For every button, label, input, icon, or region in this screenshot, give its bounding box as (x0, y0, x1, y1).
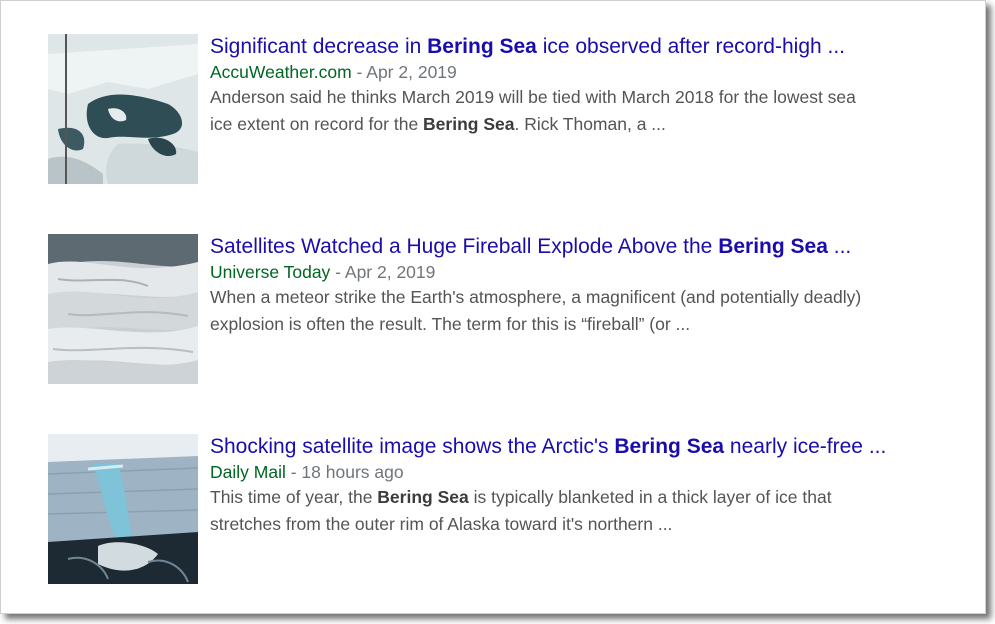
title-bold-term: Bering Sea (614, 435, 725, 458)
result-text: Satellites Watched a Huge Fireball Explo… (210, 234, 945, 338)
snippet-bold-term: Bering Sea (377, 487, 469, 507)
meta-separator: - (330, 262, 345, 282)
result-date: Apr 2, 2019 (344, 262, 436, 282)
result-title-link[interactable]: Significant decrease in Bering Sea ice o… (210, 34, 945, 60)
title-text-tail: ice observed after record-high ... (536, 35, 846, 58)
result-title-link[interactable]: Shocking satellite image shows the Arcti… (210, 434, 945, 460)
result-snippet: When a meteor strike the Earth's atmosph… (210, 284, 945, 338)
title-text-tail: nearly ice-free ... (724, 435, 887, 458)
title-bold-term: Bering Sea (427, 35, 537, 58)
snippet-line: explosion is often the result. The term … (210, 314, 691, 334)
snippet-line: When a meteor strike the Earth's atmosph… (210, 287, 862, 307)
screenshot-frame: Significant decrease in Bering Sea ice o… (0, 0, 986, 614)
result-snippet: Anderson said he thinks March 2019 will … (210, 84, 945, 138)
title-text: Shocking satellite image shows the Arcti… (210, 435, 615, 458)
result-text: Shocking satellite image shows the Arcti… (210, 434, 945, 538)
result-thumbnail-ice-shelf[interactable] (48, 434, 198, 584)
result-date: 18 hours ago (301, 462, 404, 482)
snippet-line: stretches from the outer rim of Alaska t… (210, 514, 673, 534)
result-source-link[interactable]: Daily Mail (210, 462, 286, 482)
snippet-text-tail: is typically blanketed in a thick layer … (468, 487, 832, 507)
meta-separator: - (351, 62, 367, 82)
title-text: Significant decrease in (210, 35, 428, 58)
title-bold-term: Bering Sea (718, 235, 828, 258)
result-text: Significant decrease in Bering Sea ice o… (210, 34, 945, 138)
title-text-tail: ... (827, 235, 852, 258)
result-thumbnail-clouds[interactable] (48, 234, 198, 384)
result-meta: Daily Mail - 18 hours ago (210, 460, 945, 484)
snippet-line: This time of year, the Bering Sea is typ… (210, 484, 945, 511)
result-meta: AccuWeather.com - Apr 2, 2019 (210, 60, 945, 84)
title-text: Satellites Watched a Huge Fireball Explo… (210, 235, 719, 258)
snippet-line: ice extent on record for the Bering Sea.… (210, 111, 945, 138)
snippet-text: ice extent on record for the (210, 114, 424, 134)
result-meta: Universe Today - Apr 2, 2019 (210, 260, 945, 284)
snippet-bold-term: Bering Sea (423, 114, 515, 134)
snippet-text: This time of year, the (210, 487, 378, 507)
meta-separator: - (285, 462, 302, 482)
search-result: Significant decrease in Bering Sea ice o… (48, 34, 948, 184)
result-source-link[interactable]: Universe Today (210, 262, 330, 282)
search-result: Satellites Watched a Huge Fireball Explo… (48, 234, 948, 384)
result-source-link[interactable]: AccuWeather.com (210, 62, 352, 82)
snippet-line: Anderson said he thinks March 2019 will … (210, 87, 856, 107)
result-date: Apr 2, 2019 (366, 62, 457, 82)
result-title-link[interactable]: Satellites Watched a Huge Fireball Explo… (210, 234, 945, 260)
result-snippet: This time of year, the Bering Sea is typ… (210, 484, 945, 538)
search-result: Shocking satellite image shows the Arcti… (48, 434, 948, 584)
result-thumbnail-sea-ice[interactable] (48, 34, 198, 184)
snippet-text-tail: . Rick Thoman, a ... (514, 114, 666, 134)
